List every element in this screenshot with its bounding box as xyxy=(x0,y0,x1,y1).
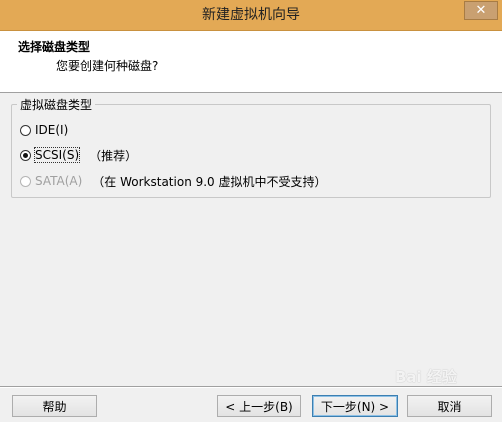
disk-type-group-label: 虚拟磁盘类型 xyxy=(17,96,96,113)
radio-scsi-button[interactable] xyxy=(20,149,31,161)
radio-scsi-note: （推荐） xyxy=(89,148,138,163)
back-button[interactable]: < 上一步(B) xyxy=(217,395,301,417)
radio-scsi-label[interactable]: SCSI(S) xyxy=(33,147,81,163)
radio-sata-note: （在 Workstation 9.0 虚拟机中不受支持） xyxy=(92,174,327,189)
watermark: Bai 经验 xyxy=(395,368,457,386)
radio-scsi[interactable]: SCSI(S) （推荐） xyxy=(20,146,137,164)
next-button[interactable]: 下一步(N) > xyxy=(312,395,398,417)
radio-sata: SATA(A) （在 Workstation 9.0 虚拟机中不受支持） xyxy=(20,172,327,190)
radio-selected-dot xyxy=(23,152,28,158)
close-icon: ✕ xyxy=(475,3,487,18)
radio-sata-button xyxy=(20,175,31,187)
cancel-button[interactable]: 取消 xyxy=(407,395,492,417)
radio-ide-button[interactable] xyxy=(20,124,31,136)
close-button[interactable]: ✕ xyxy=(464,1,498,20)
wizard-header: 选择磁盘类型 您要创建何种磁盘? xyxy=(0,31,502,93)
radio-scsi-label-wrap[interactable]: SCSI(S) xyxy=(33,147,81,163)
help-button[interactable]: 帮助 xyxy=(12,395,97,417)
radio-sata-label: SATA(A) xyxy=(35,174,83,188)
radio-ide-label[interactable]: IDE(I) xyxy=(35,123,68,137)
page-title: 选择磁盘类型 xyxy=(18,40,91,54)
window-title: 新建虚拟机向导 xyxy=(202,7,300,23)
radio-ide[interactable]: IDE(I) xyxy=(20,121,68,139)
page-subtitle: 您要创建何种磁盘? xyxy=(56,59,159,73)
